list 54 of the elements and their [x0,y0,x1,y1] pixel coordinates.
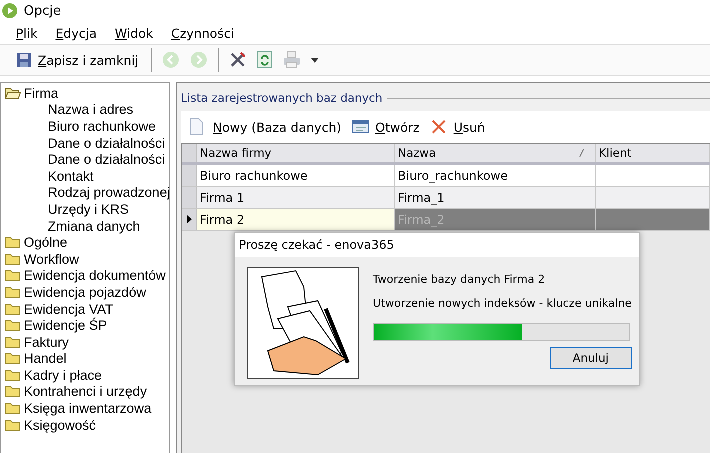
tree-item[interactable]: Ewidencja pojazdów [24,284,146,300]
tree-item[interactable]: Dane o działalności [48,152,166,168]
tree-item[interactable]: Dane o działalności [48,136,166,151]
tree-item[interactable]: Faktury [24,334,70,350]
window-title: Opcje [24,4,62,18]
status-message: Tworzenie bazy danych Firma 2 [373,273,546,288]
window-icon [352,118,370,136]
printer-icon[interactable] [282,51,301,69]
tree-item[interactable]: Księga inwentarzowa [24,401,152,416]
group-title: Lista zarejestrowanych baz danych [181,91,383,105]
table-cell: Firma_2 [395,209,596,230]
table-cell: Firma 2 [197,209,395,230]
row-pointer-icon [186,215,192,224]
menu-item[interactable]: Edycja [56,26,97,40]
tree-item[interactable]: Nazwa i adres [48,102,134,118]
sort-indicator-icon [579,149,585,157]
tree-item[interactable]: Zmiana danych [48,218,140,234]
refresh-document-icon[interactable] [256,51,273,69]
tree-item[interactable]: Handel [24,351,67,366]
table-cell: Biuro rachunkowe [197,165,395,186]
tree-item[interactable]: Firma [24,86,58,101]
tree-item[interactable]: Ewidencja dokumentów [24,268,166,284]
dropdown-caret-icon[interactable] [310,58,319,62]
cancel-button[interactable]: Anuluj [550,347,632,369]
column-header[interactable]: Klient [596,144,710,162]
tree-item[interactable]: Workflow [24,252,80,267]
save-close-button[interactable]: Zapisz i zamknij [14,50,141,70]
tree-item[interactable]: Kontrahenci i urzędy [24,384,148,400]
menu-item[interactable]: Czynności [171,26,234,40]
column-header[interactable]: Nazwa [395,144,596,162]
column-header[interactable]: Nazwa firmy [197,144,395,162]
row-indicator[interactable] [182,209,197,230]
action-button[interactable]: Otwórz [350,116,422,138]
table-cell: Firma 1 [197,187,395,208]
tree-item[interactable]: Księgowość [24,418,96,433]
cross-icon [430,118,448,136]
tree-item[interactable]: Rodzaj prowadzonej [48,185,169,200]
action-button[interactable]: Usuń [428,116,488,138]
status-step: Utworzenie nowych indeksów - klucze unikalne [373,297,632,317]
table-cell: Firma_1 [395,187,596,208]
play-icon [2,3,18,19]
tree-item[interactable]: Urzędy i KRS [48,202,130,217]
menu-item[interactable]: Widok [114,26,154,40]
action-button[interactable]: Nowy (Baza danych) [187,116,344,138]
tree-item[interactable]: Ewidencja VAT [24,302,114,317]
tree-item[interactable]: Ewidencje ŚP [24,318,108,334]
tools-icon[interactable] [228,51,247,69]
tree-item[interactable]: Ogólne [24,235,68,250]
dialog-title: Proszę czekać - enova365 [235,233,639,257]
tree-item[interactable]: Kadry i płace [24,368,102,383]
table-cell: Biuro_rachunkowe [395,165,596,186]
tree-item[interactable]: Biuro rachunkowe [48,118,156,134]
menu-item[interactable]: Plik [16,26,38,40]
tree-item[interactable]: Kontakt [48,168,94,184]
